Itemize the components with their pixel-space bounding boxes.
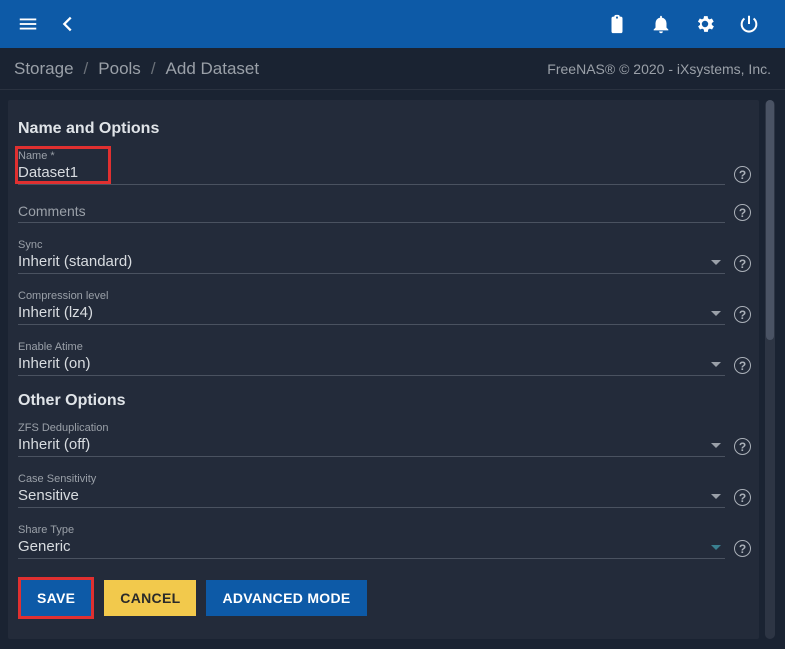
field-compression: Compression level Inherit (lz4) ? <box>18 290 753 325</box>
chevron-down-icon <box>711 260 721 265</box>
comments-input[interactable] <box>18 202 725 222</box>
chevron-down-icon <box>711 443 721 448</box>
form-card: Name and Options Name * ? ? Sync Inherit… <box>8 100 759 639</box>
label-casesens: Case Sensitivity <box>18 473 725 485</box>
cancel-button[interactable]: CANCEL <box>104 580 196 616</box>
help-icon[interactable]: ? <box>734 438 751 455</box>
label-atime: Enable Atime <box>18 341 725 353</box>
field-atime: Enable Atime Inherit (on) ? <box>18 341 753 376</box>
field-dedup: ZFS Deduplication Inherit (off) ? <box>18 422 753 457</box>
content: Name and Options Name * ? ? Sync Inherit… <box>0 90 785 649</box>
atime-value: Inherit (on) <box>18 354 711 375</box>
field-sync: Sync Inherit (standard) ? <box>18 239 753 274</box>
sync-value: Inherit (standard) <box>18 252 711 273</box>
back-icon[interactable] <box>48 4 88 44</box>
field-casesens: Case Sensitivity Sensitive ? <box>18 473 753 508</box>
scrollbar-thumb[interactable] <box>766 100 774 340</box>
field-sharetype: Share Type Generic ? <box>18 524 753 559</box>
label-sharetype: Share Type <box>18 524 725 536</box>
casesens-value: Sensitive <box>18 486 711 507</box>
section-other-options: Other Options <box>18 392 753 410</box>
power-icon[interactable] <box>729 4 769 44</box>
chevron-down-icon <box>711 545 721 550</box>
save-button[interactable]: SAVE <box>21 580 91 616</box>
advanced-mode-button[interactable]: ADVANCED MODE <box>206 580 366 616</box>
breadcrumb-add-dataset: Add Dataset <box>166 59 260 79</box>
label-sync: Sync <box>18 239 725 251</box>
help-icon[interactable]: ? <box>734 166 751 183</box>
help-icon[interactable]: ? <box>734 540 751 557</box>
breadcrumb-pools[interactable]: Pools <box>98 59 141 79</box>
dedup-select[interactable]: Inherit (off) <box>18 435 725 457</box>
clipboard-icon[interactable] <box>597 4 637 44</box>
help-icon[interactable]: ? <box>734 357 751 374</box>
compression-value: Inherit (lz4) <box>18 303 711 324</box>
section-name-options: Name and Options <box>18 120 753 138</box>
label-compression: Compression level <box>18 290 725 302</box>
label-dedup: ZFS Deduplication <box>18 422 725 434</box>
breadcrumb-sep: / <box>151 59 156 79</box>
sync-select[interactable]: Inherit (standard) <box>18 252 725 274</box>
help-icon[interactable]: ? <box>734 204 751 221</box>
sharetype-value: Generic <box>18 537 711 558</box>
bell-icon[interactable] <box>641 4 681 44</box>
chevron-down-icon <box>711 362 721 367</box>
help-icon[interactable]: ? <box>734 489 751 506</box>
breadcrumb-storage[interactable]: Storage <box>14 59 74 79</box>
scrollbar[interactable] <box>765 100 775 639</box>
button-row: SAVE CANCEL ADVANCED MODE <box>18 577 753 619</box>
field-comments: ? <box>18 201 753 223</box>
help-icon[interactable]: ? <box>734 306 751 323</box>
name-input[interactable] <box>18 163 725 184</box>
dedup-value: Inherit (off) <box>18 435 711 456</box>
breadcrumb-sep: / <box>84 59 89 79</box>
help-icon[interactable]: ? <box>734 255 751 272</box>
chevron-down-icon <box>711 311 721 316</box>
breadcrumb: Storage / Pools / Add Dataset FreeNAS® ©… <box>0 48 785 90</box>
highlight-save: SAVE <box>18 577 94 619</box>
compression-select[interactable]: Inherit (lz4) <box>18 303 725 325</box>
menu-icon[interactable] <box>8 4 48 44</box>
atime-select[interactable]: Inherit (on) <box>18 354 725 376</box>
sharetype-select[interactable]: Generic <box>18 537 725 559</box>
field-name: Name * ? <box>18 150 753 185</box>
copyright-text: FreeNAS® © 2020 - iXsystems, Inc. <box>547 61 771 77</box>
chevron-down-icon <box>711 494 721 499</box>
label-name: Name * <box>18 150 725 162</box>
casesens-select[interactable]: Sensitive <box>18 486 725 508</box>
topbar <box>0 0 785 48</box>
gear-icon[interactable] <box>685 4 725 44</box>
